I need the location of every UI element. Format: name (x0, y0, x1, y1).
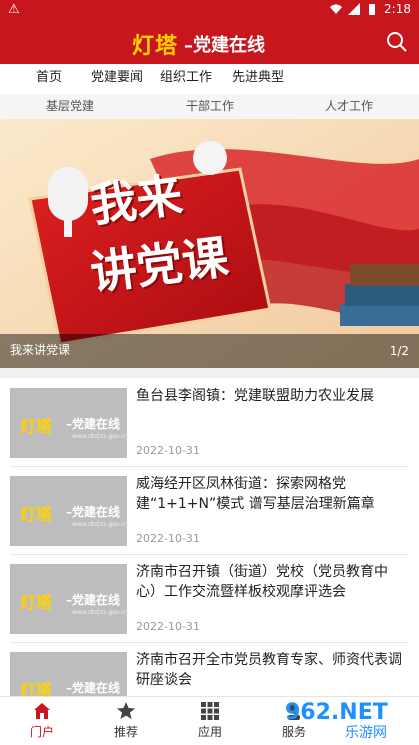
banner-carousel[interactable]: 我来 讲党课 我来讲党课 1/2 (0, 119, 419, 368)
list-item[interactable]: 灯塔 –党建在线 www.dtdjzx.gov.cn 鱼台县李阁镇：党建联盟助力… (10, 378, 409, 467)
news-thumbnail: 灯塔 –党建在线 www.dtdjzx.gov.cn (10, 476, 128, 546)
news-title: 济南市召开全市党员教育专家、师资代表调研座谈会 (136, 652, 402, 688)
thumb-logo: 灯塔 (20, 505, 53, 524)
app-title: –党建在线 (184, 35, 266, 56)
thumb-url: www.dtdjzx.gov.cn (72, 521, 128, 528)
thumb-title: –党建在线 (66, 681, 121, 695)
thumb-title: –党建在线 (66, 593, 121, 607)
nav-portal[interactable]: 门户 (12, 701, 72, 740)
thumb-logo: 灯塔 (20, 681, 53, 696)
news-date: 2022-10-31 (136, 620, 200, 633)
search-icon[interactable] (385, 30, 409, 54)
carousel-indicator-dot (193, 141, 227, 175)
microphone-icon (48, 167, 88, 221)
status-time: 2:18 (384, 2, 411, 16)
thumb-logo: 灯塔 (20, 417, 53, 436)
app-logo: 灯塔 –党建在线 (132, 28, 265, 60)
thumb-title: –党建在线 (66, 505, 121, 519)
news-thumbnail: 灯塔 –党建在线 www.dtdjzx.gov.cn (10, 388, 128, 458)
thumb-url: www.dtdjzx.gov.cn (72, 609, 128, 616)
banner-caption-bar: 我来讲党课 1/2 (0, 334, 419, 368)
grid-icon (201, 702, 219, 720)
tab-home[interactable]: 首页 (22, 64, 76, 94)
news-title: 济南市召开镇（街道）党校（党员教育中心）工作交流暨样板校观摩评选会 (136, 564, 388, 600)
subtab-grassroots[interactable]: 基层党建 (20, 94, 120, 119)
banner-page-indicator: 1/2 (389, 344, 409, 358)
thumb-url: www.dtdjzx.gov.cn (72, 433, 128, 440)
status-bar: ⚠ 2:18 (0, 0, 419, 20)
subtab-talent[interactable]: 人才工作 (299, 94, 399, 119)
news-title: 鱼台县李阁镇：党建联盟助力农业发展 (136, 388, 374, 404)
battery-icon (369, 4, 376, 15)
app-header: 灯塔 –党建在线 (0, 20, 419, 64)
list-item[interactable]: 灯塔 –党建在线 www.dtdjzx.gov.cn 威海经开区凤林街道：探索网… (10, 466, 409, 555)
nav-label: 应用 (197, 725, 222, 739)
logo-text: 灯塔 (132, 33, 179, 59)
nav-label: 门户 (29, 725, 54, 739)
signal-icon (348, 3, 361, 15)
thumb-logo: 灯塔 (20, 593, 53, 612)
sub-tabs: 基层党建 干部工作 人才工作 (0, 94, 419, 119)
list-item[interactable]: 灯塔 –党建在线 www.dtdjzx.gov.cn 济南市召开全市党员教育专家… (10, 642, 409, 696)
list-item[interactable]: 灯塔 –党建在线 www.dtdjzx.gov.cn 济南市召开镇（街道）党校（… (10, 554, 409, 643)
news-title: 威海经开区凤林街道：探索网格党建“1+1+N”模式 谱写基层治理新篇章 (136, 476, 375, 512)
site-watermark: 962.NET 乐游网 (285, 700, 413, 741)
tab-organization-work[interactable]: 组织工作 (152, 64, 220, 96)
banner-caption: 我来讲党课 (10, 343, 71, 357)
subtab-cadre[interactable]: 干部工作 (160, 94, 260, 119)
star-icon (117, 702, 135, 719)
home-icon (34, 703, 50, 719)
nav-apps[interactable]: 应用 (180, 701, 240, 740)
news-list: 灯塔 –党建在线 www.dtdjzx.gov.cn 鱼台县李阁镇：党建联盟助力… (0, 378, 419, 696)
status-icons: 2:18 (330, 2, 411, 16)
watermark-site: 乐游网 (345, 725, 387, 741)
banner-big-text-1: 我来 (87, 167, 186, 233)
news-thumbnail: 灯塔 –党建在线 www.dtdjzx.gov.cn (10, 564, 128, 634)
thumb-title: –党建在线 (66, 417, 121, 431)
news-date: 2022-10-31 (136, 532, 200, 545)
news-date: 2022-10-31 (136, 444, 200, 457)
nav-recommend[interactable]: 推荐 (96, 701, 156, 740)
wifi-icon (330, 4, 343, 14)
main-tabs: 首页 党建要闻 组织工作 先进典型 (0, 64, 419, 96)
tab-party-news[interactable]: 党建要闻 (84, 64, 150, 94)
tab-advanced-models[interactable]: 先进典型 (225, 64, 291, 94)
news-thumbnail: 灯塔 –党建在线 www.dtdjzx.gov.cn (10, 652, 127, 696)
warning-icon: ⚠ (8, 2, 20, 17)
nav-label: 推荐 (113, 725, 138, 739)
